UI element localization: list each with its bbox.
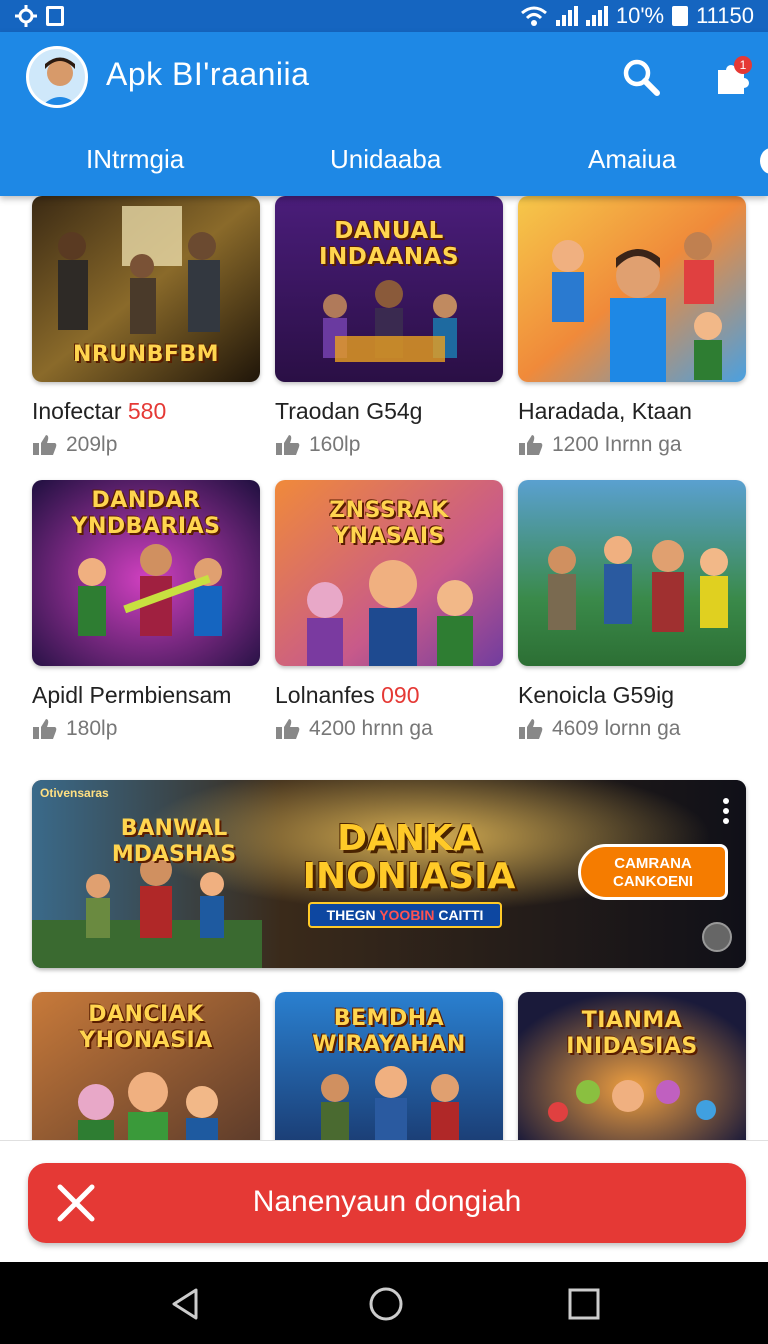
thumbnail-title: DANDAR YNDBARIAS xyxy=(71,488,221,539)
card-name: Lolnanfes 090 xyxy=(275,682,503,709)
likes-count: 1200 Inrnn ga xyxy=(552,433,682,456)
banner-main-title: DANKA INONIASIA xyxy=(302,818,516,897)
game-thumbnail[interactable] xyxy=(518,480,746,666)
game-thumbnail[interactable]: DANUAL INDAANAS xyxy=(275,196,503,382)
banner-corner-label: Otivensaras xyxy=(40,786,109,800)
battery-percent: 10'% xyxy=(615,3,665,28)
primary-action-button[interactable]: Nanenyaun dongiah xyxy=(28,1163,746,1243)
thumbnail-title: DANCIAK YHONASIA xyxy=(79,1002,213,1053)
battery-icon xyxy=(672,6,689,26)
game-card[interactable]: DANCIAK YHONASIA xyxy=(32,992,260,1140)
thumbs-up-icon xyxy=(276,719,300,739)
banner-subtitle: THEGN YOOBIN CAITTI xyxy=(308,902,502,928)
card-name: Kenoicla G59ig xyxy=(518,682,746,709)
settings-icon xyxy=(15,5,37,27)
tab-1[interactable]: INtrmgia xyxy=(86,144,184,175)
content-grid: NRUNBFBM Inofectar 580 209lp DANUAL INDA… xyxy=(0,196,768,1140)
tab-bar: INtrmgia Unidaaba Amaiua xyxy=(0,136,768,186)
game-thumbnail[interactable]: DANCIAK YHONASIA xyxy=(32,992,260,1140)
more-options-icon[interactable] xyxy=(718,798,734,828)
thumbnail-title: ZNSSRAK YNASAIS xyxy=(329,498,449,549)
recents-icon[interactable] xyxy=(564,1284,604,1324)
game-card[interactable]: NRUNBFBM Inofectar 580 209lp xyxy=(32,196,260,457)
notification-badge: 1 xyxy=(734,56,752,74)
game-card[interactable]: Haradada, Ktaan 1200 Inrnn ga xyxy=(518,196,746,457)
signal-icon xyxy=(555,6,578,26)
thumbs-up-icon xyxy=(33,719,57,739)
likes-count: 4200 hrnn ga xyxy=(309,717,433,740)
card-name: Haradada, Ktaan xyxy=(518,398,746,425)
status-bar: 10'% 11150 xyxy=(0,0,768,32)
status-right: 10'% 11150 xyxy=(520,3,754,29)
signal-icon-2 xyxy=(585,6,608,26)
back-icon[interactable] xyxy=(166,1284,206,1324)
search-icon xyxy=(623,59,660,96)
action-label: Nanenyaun dongiah xyxy=(252,1185,522,1218)
thumbnail-title: NRUNBFBM xyxy=(72,342,220,367)
game-card[interactable]: DANUAL INDAANAS Traodan G54g 160lp xyxy=(275,196,503,457)
game-thumbnail[interactable]: NRUNBFBM xyxy=(32,196,260,382)
game-card[interactable]: TIANMA INIDASIAS xyxy=(518,992,746,1140)
card-name: Inofectar 580 xyxy=(32,398,260,425)
wifi-icon xyxy=(520,6,547,26)
card-name-text: Apidl Permbiensam xyxy=(32,682,232,708)
thumbnail-title: TIANMA INIDASIAS xyxy=(566,1008,698,1059)
banner-subtitle-right: CAITTI xyxy=(434,907,484,923)
system-nav-bar xyxy=(0,1262,768,1344)
banner-info-icon[interactable] xyxy=(702,922,732,952)
tab-3[interactable]: Amaiua xyxy=(588,144,676,175)
likes-count: 160lp xyxy=(309,433,361,456)
likes-row: 4609 lornn ga xyxy=(518,717,746,741)
tab-2[interactable]: Unidaaba xyxy=(330,144,441,175)
thumbs-up-icon xyxy=(276,435,300,455)
thumbs-up-icon xyxy=(519,719,543,739)
banner-art-title: BANWAL MDASHAS xyxy=(111,816,237,867)
banner-cta-button[interactable]: CAMRANA CANKOENI xyxy=(578,844,728,900)
likes-count: 4609 lornn ga xyxy=(552,717,681,740)
search-button[interactable] xyxy=(616,52,666,102)
thumbs-up-icon xyxy=(519,435,543,455)
tab-overflow[interactable] xyxy=(760,148,768,174)
thumbnail-title: DANUAL INDAANAS xyxy=(318,218,460,270)
game-card[interactable]: Kenoicla G59ig 4609 lornn ga xyxy=(518,480,746,741)
card-name-text: Inofectar xyxy=(32,398,128,424)
game-card[interactable]: BEMDHA WIRAYAHAN xyxy=(275,992,503,1140)
game-thumbnail[interactable]: DANDAR YNDBARIAS xyxy=(32,480,260,666)
thumbnail-title: BEMDHA WIRAYAHAN xyxy=(312,1006,466,1057)
thumbs-up-icon xyxy=(33,435,57,455)
banner-subtitle-left: THEGN xyxy=(326,907,380,923)
card-name: Apidl Permbiensam xyxy=(32,682,260,709)
status-left xyxy=(14,4,64,28)
app-bar: Apk BI'raaniia 1 INtrmgia Unidaaba Amaiu… xyxy=(0,32,768,196)
likes-row: 160lp xyxy=(275,433,503,457)
app-title: Apk BI'raaniia xyxy=(106,56,310,92)
home-icon[interactable] xyxy=(366,1284,406,1324)
game-thumbnail[interactable] xyxy=(518,196,746,382)
notifications-button[interactable]: 1 xyxy=(706,52,756,102)
game-card[interactable]: ZNSSRAK YNASAIS Lolnanfes 090 4200 hrnn … xyxy=(275,480,503,741)
game-card[interactable]: DANDAR YNDBARIAS Apidl Permbiensam 180lp xyxy=(32,480,260,741)
game-thumbnail[interactable]: TIANMA INIDASIAS xyxy=(518,992,746,1140)
likes-count: 209lp xyxy=(66,433,118,456)
card-name-text: Lolnanfes xyxy=(275,682,382,708)
notification-icon xyxy=(46,6,64,26)
likes-count: 180lp xyxy=(66,717,118,740)
card-name-text: Traodan G54g xyxy=(275,398,423,424)
likes-row: 209lp xyxy=(32,433,260,457)
card-name-highlight: 580 xyxy=(127,398,167,424)
banner-subtitle-red: YOOBIN xyxy=(379,907,435,923)
card-name-text: Kenoicla G59ig xyxy=(518,682,674,708)
clock: 11150 xyxy=(696,3,754,28)
game-thumbnail[interactable]: BEMDHA WIRAYAHAN xyxy=(275,992,503,1140)
card-name-highlight: 090 xyxy=(381,682,420,708)
game-thumbnail[interactable]: ZNSSRAK YNASAIS xyxy=(275,480,503,666)
bottom-action-area: Nanenyaun dongiah xyxy=(0,1140,768,1262)
likes-row: 180lp xyxy=(32,717,260,741)
promo-banner[interactable]: Otivensaras BANWAL MDASHAS DANKA INONIAS… xyxy=(32,780,746,968)
card-name: Traodan G54g xyxy=(275,398,503,425)
avatar[interactable] xyxy=(26,46,88,108)
likes-row: 1200 Inrnn ga xyxy=(518,433,746,457)
card-name-text: Haradada, Ktaan xyxy=(518,398,692,424)
likes-row: 4200 hrnn ga xyxy=(275,717,503,741)
